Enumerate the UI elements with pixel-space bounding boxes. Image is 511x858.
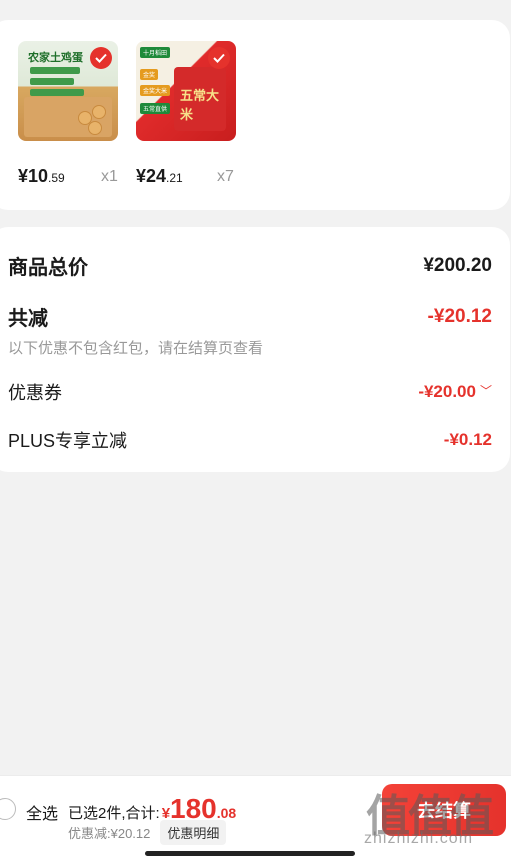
coupon-label: 优惠券: [8, 383, 62, 403]
discount-value: -¥20.12: [427, 305, 492, 327]
home-indicator[interactable]: [145, 851, 355, 856]
plus-discount-label: PLUS专享立减: [8, 431, 128, 451]
product-item[interactable]: 农家土鸡蛋: [18, 41, 118, 141]
product-price: ¥10.59: [18, 166, 65, 186]
discount-detail-button[interactable]: 优惠明细: [160, 820, 227, 845]
total-price-label: 商品总价: [8, 257, 88, 279]
selected-check-icon[interactable]: [208, 47, 230, 69]
plus-discount-value: -¥0.12: [443, 430, 492, 449]
price-summary-card: 商品总价 ¥200.20 共减 -¥20.12 以下优惠不包含红包，请在结算页查…: [0, 227, 510, 472]
thumbnail-text: 农家土鸡蛋: [28, 52, 83, 64]
select-all-radio[interactable]: [0, 798, 16, 820]
plus-discount-row: PLUS专享立减 -¥0.12: [8, 427, 492, 453]
selected-products-card: 农家土鸡蛋 ¥10.59 x1 十月稻田 金奖 金奖大米 五常直供 五常大米 ¥…: [0, 20, 510, 210]
select-all-label[interactable]: 全选: [26, 800, 58, 824]
discount-summary: 优惠减:¥20.12 优惠明细: [68, 820, 227, 845]
total-price-row: 商品总价 ¥200.20: [8, 251, 492, 280]
product-price: ¥24.21: [136, 166, 183, 186]
discount-label: 共减: [8, 308, 48, 330]
product-quantity: x7: [217, 168, 234, 185]
selected-check-icon[interactable]: [90, 47, 112, 69]
total-amount-decimal: .08: [216, 805, 237, 821]
discount-note: 以下优惠不包含红包，请在结算页查看: [8, 340, 264, 357]
product-thumbnail[interactable]: 十月稻田 金奖 金奖大米 五常直供 五常大米: [136, 41, 236, 141]
checkout-bar: 全选 已选2件,合计: ¥ 180 .08 优惠减:¥20.12 优惠明细 去结…: [0, 775, 511, 858]
chevron-down-icon[interactable]: ﹀: [480, 382, 492, 399]
product-quantity: x1: [101, 168, 118, 185]
total-price-value: ¥200.20: [423, 254, 492, 276]
coupon-row[interactable]: 优惠券 -¥20.00 ﹀: [8, 379, 492, 405]
coupon-value: -¥20.00: [418, 382, 476, 401]
discount-row: 共减 -¥20.12: [8, 302, 492, 331]
checkout-button[interactable]: 去结算: [382, 784, 506, 836]
product-thumbnail[interactable]: 农家土鸡蛋: [18, 41, 118, 141]
thumbnail-text: 五常大米: [180, 88, 220, 122]
discount-amount-text: 优惠减:¥20.12: [68, 826, 151, 841]
product-item[interactable]: 十月稻田 金奖 金奖大米 五常直供 五常大米: [136, 41, 236, 141]
